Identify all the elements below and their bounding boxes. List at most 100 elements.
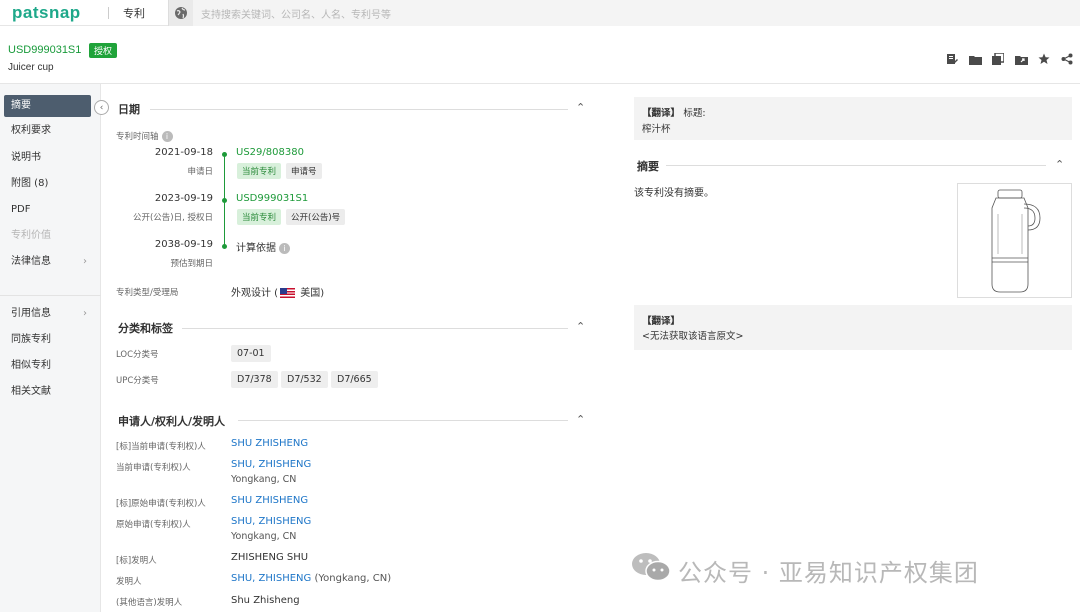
toolbar <box>945 52 1074 66</box>
timeline-dot <box>222 198 227 203</box>
translation-label: 【翻译】 <box>642 316 681 327</box>
nav-item-label: 相关文献 <box>11 386 51 397</box>
inventor-label: 发明人 <box>116 577 142 587</box>
top-bar: patsnap 专利 支持搜索关键词、公司名、人名、专利号等 <box>0 0 1080 26</box>
tag-current: 当前专利 <box>237 163 282 179</box>
nav-item-label: 同族专利 <box>11 334 51 345</box>
search-input[interactable]: 支持搜索关键词、公司名、人名、专利号等 <box>201 6 391 21</box>
translation-title-box: 【翻译】 标题: 榨汁杯 <box>634 97 1072 140</box>
section-divider <box>150 109 568 110</box>
applicant-label: [标]原始申请(专利权)人 <box>116 499 206 509</box>
timeline-sub: 预估到期日 <box>170 259 213 269</box>
timeline-date: 2038-09-19 <box>154 239 213 250</box>
section-title-dates: 日期 <box>118 103 140 116</box>
status-badge: 授权 <box>89 43 118 58</box>
star-icon[interactable] <box>1037 52 1051 66</box>
folder-icon[interactable] <box>968 52 982 66</box>
edit-note-icon[interactable] <box>945 52 959 66</box>
tag-current: 当前专利 <box>237 209 282 225</box>
applicant-label: 当前申请(专利权)人 <box>116 463 191 473</box>
applicant-label: [标]当前申请(专利权)人 <box>116 442 206 452</box>
application-number-link[interactable]: US29/808380 <box>236 147 304 158</box>
inventor-value: Shu Zhisheng <box>231 595 300 606</box>
search-bar[interactable]: 支持搜索关键词、公司名、人名、专利号等 <box>168 0 1080 26</box>
section-divider <box>238 420 568 421</box>
drawing-thumbnail[interactable] <box>957 183 1072 298</box>
timeline-sub: 公开(公告)日, 授权日 <box>132 213 213 223</box>
applicant-location: Yongkang, CN <box>231 474 297 485</box>
upc-code[interactable]: D7/532 <box>281 371 328 388</box>
nav-item-literature[interactable]: 相关文献 <box>4 381 91 403</box>
timeline-sub: 申请日 <box>187 167 213 177</box>
timeline-dot <box>222 152 227 157</box>
applicant-link[interactable]: SHU ZHISHENG <box>231 495 308 506</box>
nav-item-legal[interactable]: 法律信息 › <box>4 251 91 273</box>
calculation-basis: 计算依据 i <box>236 239 290 254</box>
info-icon[interactable]: i <box>161 131 173 142</box>
section-divider <box>666 165 1046 166</box>
translation-unavailable: <无法获取该语言原文> <box>642 331 744 342</box>
upc-code[interactable]: D7/378 <box>231 371 278 388</box>
tag-application: 申请号 <box>286 163 322 179</box>
copy-icon[interactable] <box>991 52 1005 66</box>
publication-number-link[interactable]: USD999031S1 <box>236 193 308 204</box>
left-nav: 摘要 权利要求 说明书 附图 (8) PDF 专利价值 法律信息 › 引用信息 › … <box>0 84 101 612</box>
chevron-up-icon[interactable]: ⌃ <box>576 413 585 426</box>
tag-publication: 公开(公告)号 <box>286 209 346 225</box>
loc-label: LOC分类号 <box>116 350 159 360</box>
chevron-up-icon[interactable]: ⌃ <box>1055 158 1064 171</box>
info-icon[interactable]: i <box>279 242 290 254</box>
applicant-label: 原始申请(专利权)人 <box>116 520 191 530</box>
globe-icon[interactable] <box>169 0 193 26</box>
nav-item-family[interactable]: 同族专利 <box>4 329 91 351</box>
nav-item-label: 说明书 <box>11 152 41 163</box>
nav-item-abstract[interactable]: 摘要 <box>4 95 91 117</box>
nav-item-label: PDF <box>11 204 31 215</box>
applicant-link[interactable]: SHU, ZHISHENG <box>231 516 311 527</box>
timeline-date: 2021-09-18 <box>154 147 213 158</box>
nav-divider <box>0 295 101 296</box>
nav-item-description[interactable]: 说明书 <box>4 147 91 169</box>
inventor-label: [标]发明人 <box>116 556 157 566</box>
section-title-abstract: 摘要 <box>637 160 659 173</box>
upc-label: UPC分类号 <box>116 376 159 386</box>
applicant-link[interactable]: SHU, ZHISHENG <box>231 459 311 470</box>
chevron-up-icon[interactable]: ⌃ <box>576 101 585 114</box>
chevron-right-icon: › <box>83 256 87 267</box>
abstract-text: 该专利没有摘要。 <box>634 188 714 199</box>
module-selector[interactable]: 专利 <box>123 5 155 21</box>
nav-item-label: 专利价值 <box>11 230 51 241</box>
inventor-value: ZHISHENG SHU <box>231 552 309 563</box>
nav-item-citations[interactable]: 引用信息 › <box>4 303 91 325</box>
wechat-icon <box>630 551 672 589</box>
timeline-label: 专利时间轴 i <box>116 130 173 142</box>
inventor-link[interactable]: SHU, ZHISHENG <box>231 573 311 584</box>
section-title-applicants: 申请人/权利人/发明人 <box>118 415 226 428</box>
nav-item-label: 摘要 <box>11 100 31 111</box>
share-icon[interactable] <box>1060 52 1074 66</box>
inventor-label: (其他语言)发明人 <box>116 598 183 608</box>
nav-item-value: 专利价值 <box>4 225 91 247</box>
applicant-location: Yongkang, CN <box>231 531 297 542</box>
translation-label: 【翻译】 标题: <box>642 108 706 119</box>
inventor-value: SHU, ZHISHENG (Yongkang, CN) <box>231 573 392 584</box>
nav-item-pdf[interactable]: PDF <box>4 199 91 221</box>
applicant-link[interactable]: SHU ZHISHENG <box>231 438 308 449</box>
timeline-dot <box>222 244 227 249</box>
nav-item-label: 法律信息 <box>11 256 51 267</box>
us-flag-icon <box>280 288 296 298</box>
collapse-nav-button[interactable]: ‹ <box>94 100 109 115</box>
nav-item-claims[interactable]: 权利要求 <box>4 120 91 142</box>
nav-item-label: 附图 (8) <box>11 178 49 189</box>
chevron-up-icon[interactable]: ⌃ <box>576 320 585 333</box>
nav-item-label: 权利要求 <box>11 125 51 136</box>
upc-code[interactable]: D7/665 <box>331 371 378 388</box>
wechat-watermark: 公众号 · 亚易知识产权集团 <box>630 551 979 589</box>
nav-item-similar[interactable]: 相似专利 <box>4 355 91 377</box>
patent-title: Juicer cup <box>8 62 54 73</box>
export-folder-icon[interactable] <box>1014 52 1028 66</box>
watermark-text: 公众号 · 亚易知识产权集团 <box>678 558 979 587</box>
nav-item-drawings[interactable]: 附图 (8) <box>4 173 91 195</box>
patsnap-logo[interactable]: patsnap <box>12 3 94 23</box>
loc-code[interactable]: 07-01 <box>231 345 271 362</box>
